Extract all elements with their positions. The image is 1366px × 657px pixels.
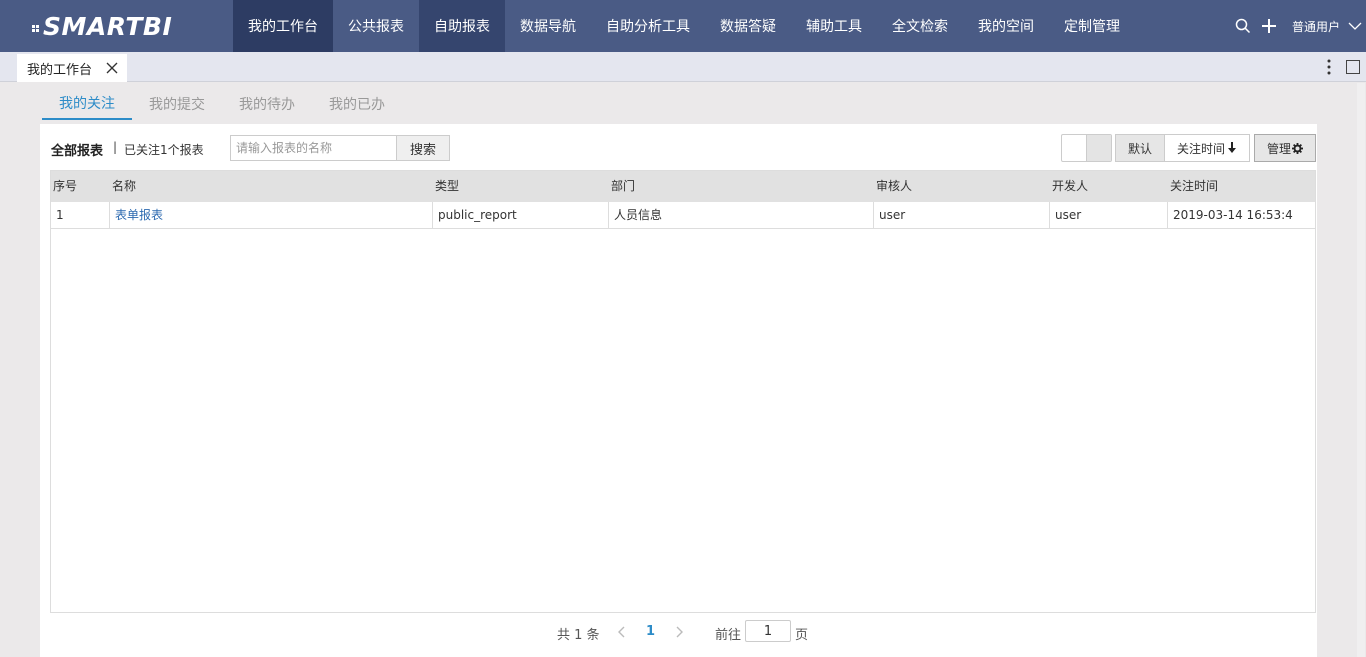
- toggle-knob: [1086, 135, 1111, 161]
- tab-label: 我的工作台: [27, 62, 93, 78]
- report-search-input[interactable]: [230, 135, 397, 161]
- nav-item-data-navigation[interactable]: 数据导航: [505, 0, 591, 52]
- cell-type: public_report: [433, 202, 609, 229]
- tab-my-workbench[interactable]: 我的工作台: [17, 54, 127, 82]
- cell-follow-time: 2019-03-14 16:53:4: [1173, 208, 1293, 222]
- logo-dots-icon: [32, 19, 42, 33]
- search-button[interactable]: 搜索: [396, 135, 450, 161]
- subtab-my-follows[interactable]: 我的关注: [42, 88, 132, 120]
- top-nav-bar: SMARTBI 我的工作台 公共报表 自助报表 数据导航 自助分析工具 数据答疑…: [0, 0, 1366, 52]
- more-options-icon[interactable]: [1319, 52, 1339, 82]
- cell-reviewer: user: [874, 202, 1050, 229]
- manage-label: 管理: [1266, 141, 1291, 156]
- cell-developer: user: [1050, 202, 1168, 229]
- chevron-right-icon[interactable]: [671, 623, 687, 641]
- sort-default-button[interactable]: 默认: [1115, 134, 1165, 162]
- subtab-my-done[interactable]: 我的已办: [312, 88, 402, 120]
- chevron-down-icon[interactable]: [1344, 0, 1366, 52]
- nav-item-self-analysis-tools[interactable]: 自助分析工具: [591, 0, 705, 52]
- follows-panel: 全部报表 | 已关注1个报表 搜索 默认 关注时间 管理 序号 名称 类型 部门…: [40, 124, 1317, 657]
- goto-page-input[interactable]: [745, 620, 791, 642]
- smartbi-logo[interactable]: SMARTBI: [0, 0, 233, 52]
- cell-report-name-link[interactable]: 表单报表: [110, 202, 433, 229]
- pagination: 共 1 条 1 前往 页: [40, 619, 1317, 647]
- user-name[interactable]: 普通用户: [1292, 18, 1340, 35]
- logo-text: SMARTBI: [43, 11, 173, 41]
- goto-label: 前往: [715, 628, 742, 643]
- vertical-scrollbar[interactable]: [1356, 83, 1366, 657]
- nav-item-data-qa[interactable]: 数据答疑: [705, 0, 791, 52]
- manage-button[interactable]: 管理: [1254, 134, 1316, 162]
- main-nav: 我的工作台 公共报表 自助报表 数据导航 自助分析工具 数据答疑 辅助工具 全文…: [233, 0, 1135, 52]
- subtab-my-submissions[interactable]: 我的提交: [132, 88, 222, 120]
- chevron-left-icon[interactable]: [614, 623, 630, 641]
- scrollbar-thumb[interactable]: [1357, 83, 1365, 657]
- nav-item-self-service-reports[interactable]: 自助报表: [419, 0, 505, 52]
- page-number[interactable]: 1: [646, 624, 655, 639]
- column-header-name[interactable]: 名称: [110, 171, 432, 202]
- column-header-index[interactable]: 序号: [51, 171, 109, 202]
- reports-table: 序号 名称 类型 部门 审核人 开发人 关注时间 1 表单报表 public_r…: [50, 170, 1316, 613]
- column-header-developer[interactable]: 开发人: [1050, 171, 1167, 202]
- table-row[interactable]: 1 表单报表 public_report 人员信息 user user 2019…: [51, 202, 1315, 229]
- column-header-type[interactable]: 类型: [433, 171, 608, 202]
- nav-item-auxiliary-tools[interactable]: 辅助工具: [791, 0, 877, 52]
- view-toggle-switch[interactable]: [1061, 134, 1112, 162]
- table-header: 序号 名称 类型 部门 审核人 开发人 关注时间: [51, 171, 1315, 202]
- column-header-department[interactable]: 部门: [609, 171, 873, 202]
- nav-item-my-space[interactable]: 我的空间: [963, 0, 1049, 52]
- gear-icon: [1292, 142, 1303, 154]
- pagination-total: 共 1 条: [557, 628, 600, 643]
- tab-strip-tools: [1319, 52, 1366, 82]
- nav-item-my-workbench[interactable]: 我的工作台: [233, 0, 333, 52]
- toolbar-separator: |: [113, 140, 118, 154]
- cell-department: 人员信息: [609, 202, 874, 229]
- nav-item-full-text-search[interactable]: 全文检索: [877, 0, 963, 52]
- top-right-tools: 普通用户: [1230, 0, 1366, 52]
- all-reports-title: 全部报表: [51, 144, 104, 159]
- nav-item-public-reports[interactable]: 公共报表: [333, 0, 419, 52]
- plus-icon[interactable]: [1256, 0, 1282, 52]
- sort-follow-time-label: 关注时间: [1176, 141, 1225, 156]
- close-icon[interactable]: [106, 61, 118, 75]
- arrow-down-icon: [1228, 142, 1236, 153]
- column-header-follow-time[interactable]: 关注时间: [1168, 171, 1314, 202]
- page-suffix: 页: [795, 628, 809, 643]
- nav-item-custom-management[interactable]: 定制管理: [1049, 0, 1135, 52]
- followed-count: 已关注1个报表: [124, 143, 204, 157]
- column-header-reviewer[interactable]: 审核人: [874, 171, 1049, 202]
- search-icon[interactable]: [1230, 0, 1256, 52]
- sort-follow-time-button[interactable]: 关注时间: [1164, 134, 1250, 162]
- subtab-my-todos[interactable]: 我的待办: [222, 88, 312, 120]
- open-tab-strip: 我的工作台: [0, 52, 1366, 82]
- maximize-icon[interactable]: [1346, 60, 1360, 74]
- cell-index: 1: [51, 202, 110, 229]
- workbench-subtabs: 我的关注 我的提交 我的待办 我的已办: [42, 88, 402, 120]
